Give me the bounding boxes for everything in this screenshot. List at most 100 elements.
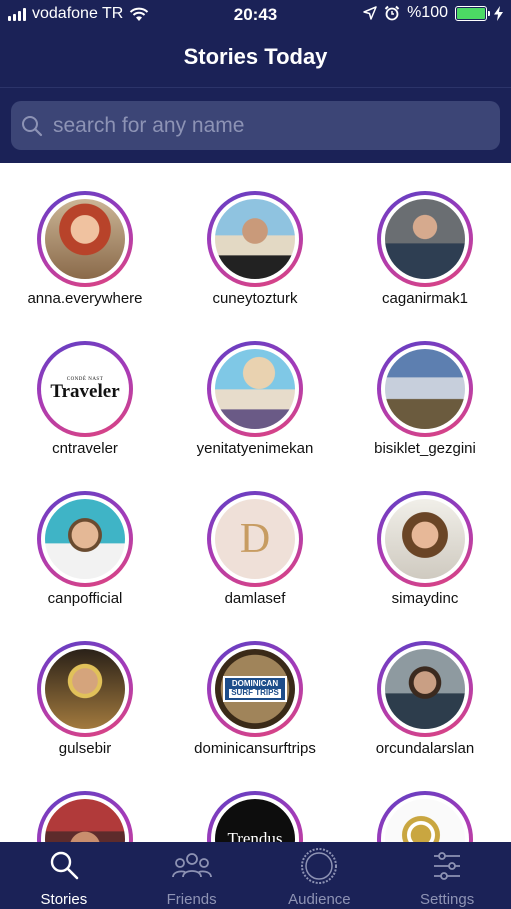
story-ring-gap: [381, 495, 469, 583]
story-item[interactable]: [340, 791, 510, 842]
logo-text: SURF TRIPS: [229, 688, 281, 698]
story-item[interactable]: yenitatyenimekan: [170, 341, 340, 481]
story-item[interactable]: bisiklet_gezgini: [340, 341, 510, 481]
story-ring-gap: [211, 195, 299, 283]
story-ring: [37, 191, 133, 287]
avatar: [45, 649, 125, 729]
avatar: DOMINICAN SURF TRIPS: [215, 649, 295, 729]
logo-text: D: [239, 516, 271, 562]
story-username: canpofficial: [47, 590, 123, 607]
sliders-icon: [434, 852, 461, 880]
story-ring-gap: CONDÉ NAST Traveler: [41, 345, 129, 433]
logo-text: Traveler: [50, 381, 120, 402]
search-icon: [22, 115, 43, 136]
story-ring: CONDÉ NAST Traveler: [37, 341, 133, 437]
story-ring-gap: D: [211, 495, 299, 583]
story-ring: [37, 791, 133, 842]
story-ring-gap: [381, 795, 469, 842]
battery-icon: [455, 5, 490, 21]
story-ring-gap: [41, 645, 129, 733]
story-ring-gap: DOMINICAN SURF TRIPS: [211, 645, 299, 733]
story-username: caganirmak1: [382, 290, 468, 307]
story-username: simaydinc: [391, 590, 459, 607]
story-item[interactable]: Ddamlasef: [170, 491, 340, 631]
story-item[interactable]: anna.everywhere: [0, 191, 170, 331]
search-icon: [50, 851, 79, 880]
story-ring-gap: [211, 345, 299, 433]
story-username: orcundalarslan: [375, 740, 475, 757]
story-username: yenitatyenimekan: [196, 440, 314, 457]
avatar: [215, 349, 295, 429]
story-ring-gap: [381, 195, 469, 283]
page-title: Stories Today: [183, 44, 328, 69]
avatar: [385, 499, 465, 579]
logo-sign: DOMINICAN SURF TRIPS: [223, 676, 287, 702]
story-item[interactable]: DOMINICAN SURF TRIPS dominicansurftrips: [170, 641, 340, 781]
story-ring-gap: [381, 345, 469, 433]
story-ring: [377, 191, 473, 287]
story-ring: [37, 641, 133, 737]
story-ring-gap: [41, 795, 129, 842]
tab-stories[interactable]: Stories: [0, 842, 128, 909]
story-item[interactable]: [0, 791, 170, 842]
story-item[interactable]: gulsebir: [0, 641, 170, 781]
header-divider: [0, 87, 511, 88]
avatar: [45, 499, 125, 579]
story-item[interactable]: canpofficial: [0, 491, 170, 631]
stories-grid: anna.everywhere cuneytozturk caganirmak1 CO…: [0, 163, 511, 842]
tab-label: Friends: [166, 891, 217, 908]
avatar: [45, 799, 125, 842]
story-ring: Trendus: [207, 791, 303, 842]
tab-settings[interactable]: Settings: [383, 842, 511, 909]
location-arrow-icon: [363, 6, 377, 20]
circle-icon: [301, 848, 338, 884]
avatar: CONDÉ NAST Traveler: [45, 349, 125, 429]
avatar: [45, 199, 125, 279]
story-ring: [207, 191, 303, 287]
story-ring: DOMINICAN SURF TRIPS: [207, 641, 303, 737]
story-item[interactable]: orcundalarslan: [340, 641, 510, 781]
tab-friends[interactable]: Friends: [128, 842, 256, 909]
story-username: damlasef: [224, 590, 286, 607]
story-ring: [37, 491, 133, 587]
avatar: [385, 799, 465, 842]
story-ring: [377, 641, 473, 737]
avatar: [215, 199, 295, 279]
people-icon: [171, 853, 212, 878]
story-username: anna.everywhere: [27, 290, 143, 307]
story-ring-gap: [41, 495, 129, 583]
tab-audience[interactable]: Audience: [256, 842, 384, 909]
tab-bar: Stories Friends Audience Settings: [0, 842, 511, 909]
tab-label: Stories: [40, 891, 88, 908]
status-bar: vodafone TR 20:43 %100: [0, 0, 511, 28]
story-ring: [377, 341, 473, 437]
avatar: [385, 649, 465, 729]
search-input[interactable]: [53, 113, 473, 138]
story-item[interactable]: CONDÉ NAST Traveler cntraveler: [0, 341, 170, 481]
logo-text: Trendus: [227, 829, 283, 842]
story-item[interactable]: Trendus: [170, 791, 340, 842]
story-username: dominicansurftrips: [194, 740, 316, 757]
story-item[interactable]: caganirmak1: [340, 191, 510, 331]
story-ring-gap: [41, 195, 129, 283]
top-header: vodafone TR 20:43 %100 Stories Today sea…: [0, 0, 511, 163]
search-bar[interactable]: [11, 101, 500, 150]
alarm-icon: [384, 5, 400, 21]
avatar: D: [215, 499, 295, 579]
charging-bolt-icon: [494, 5, 503, 21]
avatar: [385, 199, 465, 279]
story-username: gulsebir: [58, 740, 112, 757]
tab-label: Audience: [288, 891, 351, 908]
story-ring-gap: Trendus: [211, 795, 299, 842]
tab-label: Settings: [420, 891, 475, 908]
story-item[interactable]: simaydinc: [340, 491, 510, 631]
story-ring: [207, 341, 303, 437]
story-item[interactable]: cuneytozturk: [170, 191, 340, 331]
avatar: Trendus: [215, 799, 295, 842]
battery-percent: %100: [407, 4, 448, 21]
status-right: %100: [363, 4, 503, 22]
story-ring: [377, 791, 473, 842]
avatar: [385, 349, 465, 429]
story-username: cuneytozturk: [212, 290, 298, 307]
story-username: bisiklet_gezgini: [374, 440, 476, 457]
